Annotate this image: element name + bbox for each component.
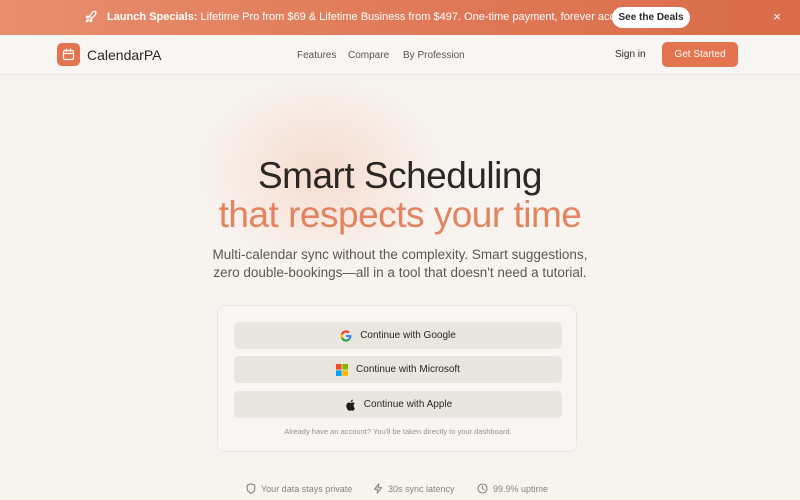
- google-icon: [340, 329, 352, 342]
- shield-icon: [246, 483, 256, 494]
- top-nav: CalendarPA Features Compare By Professio…: [0, 35, 800, 75]
- continue-google-button[interactable]: Continue with Google: [234, 322, 562, 349]
- see-deals-button[interactable]: See the Deals: [612, 7, 690, 28]
- continue-apple-button[interactable]: Continue with Apple: [234, 391, 562, 418]
- brand-name[interactable]: CalendarPA: [87, 47, 161, 63]
- continue-apple-label: Continue with Apple: [363, 399, 453, 410]
- continue-microsoft-button[interactable]: Continue with Microsoft: [234, 356, 562, 383]
- feature-latency: 30s sync latency: [373, 483, 455, 494]
- feature-uptime: 99.9% uptime: [477, 483, 548, 494]
- sign-in-link[interactable]: Sign in: [615, 49, 646, 60]
- promo-banner: Launch Specials: Lifetime Pro from $69 &…: [0, 0, 800, 35]
- get-started-button[interactable]: Get Started: [662, 42, 738, 67]
- calendar-icon[interactable]: [57, 43, 80, 66]
- hero-title: Smart Scheduling: [257, 155, 543, 196]
- microsoft-icon: [336, 363, 349, 376]
- hero-subtitle-line1: Multi-calendar sync without the complexi…: [212, 247, 588, 262]
- nav-link-by-profession[interactable]: By Profession: [403, 50, 465, 61]
- feature-privacy-label: Your data stays private: [261, 483, 353, 494]
- clock-icon: [477, 483, 488, 494]
- rocket-icon: [84, 10, 98, 24]
- apple-icon: [344, 399, 356, 411]
- nav-link-compare[interactable]: Compare: [348, 50, 389, 61]
- continue-google-label: Continue with Google: [360, 330, 456, 341]
- auth-card: Continue with Google Continue with Micro…: [217, 305, 577, 452]
- close-icon[interactable]: ×: [771, 10, 783, 24]
- feature-latency-label: 30s sync latency: [388, 483, 455, 494]
- nav-link-features[interactable]: Features: [297, 50, 336, 61]
- hero-subtitle-line2: zero double-bookings—all in a tool that …: [213, 265, 587, 280]
- continue-microsoft-label: Continue with Microsoft: [356, 364, 460, 375]
- lightning-icon: [373, 483, 383, 494]
- already-account-note: Already have an account? You'll be taken…: [284, 427, 512, 436]
- promo-text: Launch Specials: Lifetime Pro from $69 &…: [107, 11, 635, 23]
- feature-privacy: Your data stays private: [246, 483, 352, 494]
- promo-message: Lifetime Pro from $69 & Lifetime Busines…: [197, 11, 636, 23]
- hero-title-accent: that respects your time: [218, 194, 582, 235]
- promo-prefix: Launch Specials:: [107, 11, 198, 23]
- feature-uptime-label: 99.9% uptime: [493, 483, 549, 494]
